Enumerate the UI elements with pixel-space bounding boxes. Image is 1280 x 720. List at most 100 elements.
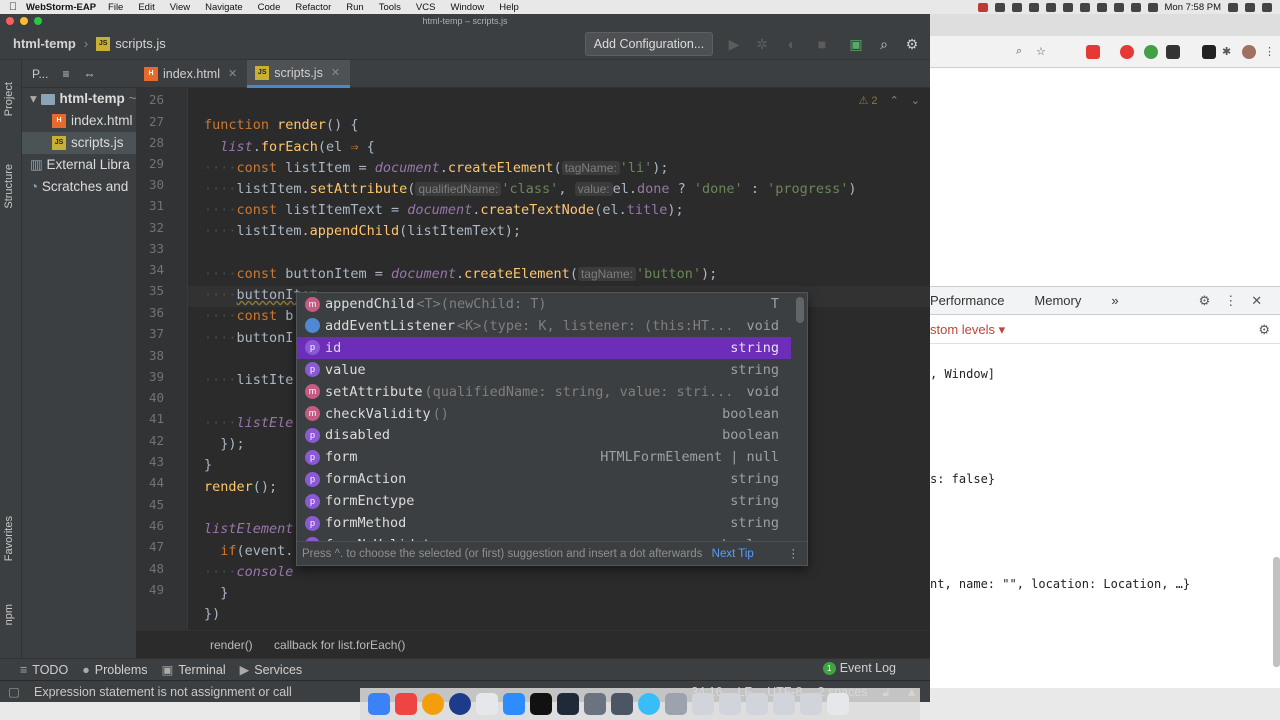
status-icon[interactable] — [1011, 2, 1022, 12]
completion-item[interactable]: p formAction string — [297, 468, 791, 490]
battery-icon[interactable] — [1147, 2, 1158, 12]
services-tool-button[interactable]: ▶ Services — [240, 662, 303, 678]
volume-icon[interactable] — [1130, 2, 1141, 12]
expand-arrow-icon[interactable]: ▾ — [30, 91, 37, 106]
favorites-tool-tab[interactable]: Favorites — [3, 516, 15, 561]
window-icon[interactable] — [719, 693, 741, 715]
menubar-clock[interactable]: Mon 7:58 PM — [1165, 2, 1222, 13]
apple-menu-icon[interactable]:  — [0, 1, 26, 13]
nav-file[interactable]: scripts.js — [115, 36, 166, 51]
zoom-app-icon[interactable] — [503, 693, 525, 715]
close-tab-icon[interactable]: ✕ — [228, 60, 237, 88]
tree-root[interactable]: ▾ html-temp ~/ — [22, 88, 136, 110]
extension-icon[interactable] — [1202, 45, 1216, 59]
event-log-button[interactable]: 1 Event Log — [822, 661, 896, 675]
console-scrollbar[interactable] — [1273, 557, 1280, 667]
devtools-close-icon[interactable]: ✕ — [1251, 293, 1262, 309]
status-icon[interactable] — [1096, 2, 1107, 12]
extension-icon[interactable] — [1086, 45, 1100, 59]
window-icon[interactable] — [746, 693, 768, 715]
next-tip-link[interactable]: Next Tip — [712, 548, 754, 560]
calendar-icon[interactable] — [395, 693, 417, 715]
siri-icon[interactable] — [1245, 2, 1255, 12]
completion-item[interactable]: m appendChild <T>(newChild: T) T — [297, 293, 791, 315]
wifi-icon[interactable] — [1113, 2, 1124, 12]
window-icon[interactable] — [692, 693, 714, 715]
completion-item[interactable]: p form HTMLFormElement | null — [297, 446, 791, 468]
bookmark-star-icon[interactable]: ☆ — [1036, 45, 1050, 59]
profile-avatar[interactable] — [1242, 45, 1256, 59]
completion-item[interactable]: m setAttribute (qualifiedName: string, val… — [297, 381, 791, 403]
extension-icon[interactable] — [1144, 45, 1158, 59]
toggle-tool-windows-icon[interactable]: ▢ — [8, 681, 20, 703]
tab-scripts-js[interactable]: JS scripts.js ✕ — [247, 59, 351, 88]
npm-tool-tab[interactable]: npm — [3, 604, 15, 625]
app-icon[interactable] — [584, 693, 606, 715]
extensions-puzzle-icon[interactable]: ✱ — [1222, 45, 1236, 59]
extension-icon[interactable] — [1120, 45, 1134, 59]
menu-vcs[interactable]: VCS — [416, 2, 436, 13]
completion-item[interactable]: p id string — [297, 336, 791, 359]
menu-edit[interactable]: Edit — [138, 2, 154, 13]
telegram-icon[interactable] — [638, 693, 660, 715]
search-everywhere-icon[interactable]: ⌕ — [876, 36, 892, 52]
coverage-icon[interactable]: ◐ — [784, 36, 800, 52]
completion-scrollbar[interactable] — [796, 297, 804, 323]
collapse-all-icon[interactable]: ≡ — [62, 67, 69, 81]
status-icon[interactable] — [1062, 2, 1073, 12]
slack-icon[interactable] — [476, 693, 498, 715]
next-highlight-icon[interactable]: ⌄ — [911, 94, 920, 107]
breadcrumb-render[interactable]: render() — [210, 638, 253, 652]
breadcrumb-callback[interactable]: callback for list.forEach() — [274, 638, 405, 652]
log-levels-dropdown[interactable]: stom levels ▾ — [930, 322, 1005, 337]
chrome-icon[interactable] — [422, 693, 444, 715]
webstorm-icon[interactable] — [557, 693, 579, 715]
close-tab-icon[interactable]: ✕ — [331, 59, 340, 87]
edge-icon[interactable] — [449, 693, 471, 715]
menu-window[interactable]: Window — [450, 2, 484, 13]
project-tool-tab[interactable]: Project — [3, 82, 15, 116]
todo-tool-button[interactable]: ≡ TODO — [20, 663, 68, 677]
status-icon[interactable] — [1028, 2, 1039, 12]
problems-tool-button[interactable]: ● Problems — [82, 663, 147, 677]
menu-file[interactable]: File — [108, 2, 123, 13]
completion-item[interactable]: addEventListener <K>(type: K, listener: (… — [297, 315, 791, 337]
completion-item[interactable]: m checkValidity() boolean — [297, 403, 791, 425]
more-options-icon[interactable]: ⋮ — [788, 542, 800, 565]
structure-tool-tab[interactable]: Structure — [3, 164, 15, 209]
run-icon[interactable]: ▶ — [726, 36, 742, 52]
completion-item[interactable]: p disabled boolean — [297, 424, 791, 446]
zoom-icon[interactable]: ⌕ — [1016, 45, 1030, 59]
app-icon[interactable] — [611, 693, 633, 715]
status-icon[interactable] — [994, 2, 1005, 12]
warnings-indicator[interactable]: ⚠ 2 — [859, 94, 878, 107]
debug-icon[interactable]: ✲ — [754, 36, 770, 52]
menu-view[interactable]: View — [170, 2, 190, 13]
console-settings-icon[interactable]: ⚙ — [1258, 315, 1270, 344]
trash-icon[interactable] — [827, 693, 849, 715]
search-icon[interactable] — [1228, 2, 1238, 12]
tree-item-index-html[interactable]: Hindex.html — [22, 110, 136, 132]
browser-menu-icon[interactable]: ⋮ — [1264, 45, 1278, 59]
tree-item-scratches[interactable]: ◔ Scratches and — [22, 176, 136, 198]
window-icon[interactable] — [773, 693, 795, 715]
completion-item[interactable]: p formEnctype string — [297, 490, 791, 512]
zoom-window-icon[interactable] — [34, 17, 42, 25]
devtools-menu-icon[interactable]: ⋮ — [1224, 293, 1237, 309]
devtools-tab-performance[interactable]: Performance — [930, 293, 1004, 308]
more-tabs-icon[interactable]: » — [1111, 293, 1118, 308]
extension-icon[interactable] — [1166, 45, 1180, 59]
finder-icon[interactable] — [368, 693, 390, 715]
window-icon[interactable] — [800, 693, 822, 715]
status-icon[interactable] — [1079, 2, 1090, 12]
previous-highlight-icon[interactable]: ⌃ — [890, 94, 899, 107]
close-window-icon[interactable] — [6, 17, 14, 25]
devtools-settings-icon[interactable]: ⚙ — [1199, 293, 1211, 309]
minimize-window-icon[interactable] — [20, 17, 28, 25]
tree-item-scripts-js[interactable]: JS scripts.js — [22, 132, 136, 154]
options-icon[interactable]: ⇔ — [83, 67, 95, 81]
project-view-selector[interactable]: P... — [32, 67, 48, 81]
completion-item[interactable]: p formMethod string — [297, 512, 791, 534]
menu-app-name[interactable]: WebStorm-EAP — [26, 2, 96, 13]
terminal-tool-button[interactable]: ▣ Terminal — [162, 662, 226, 678]
